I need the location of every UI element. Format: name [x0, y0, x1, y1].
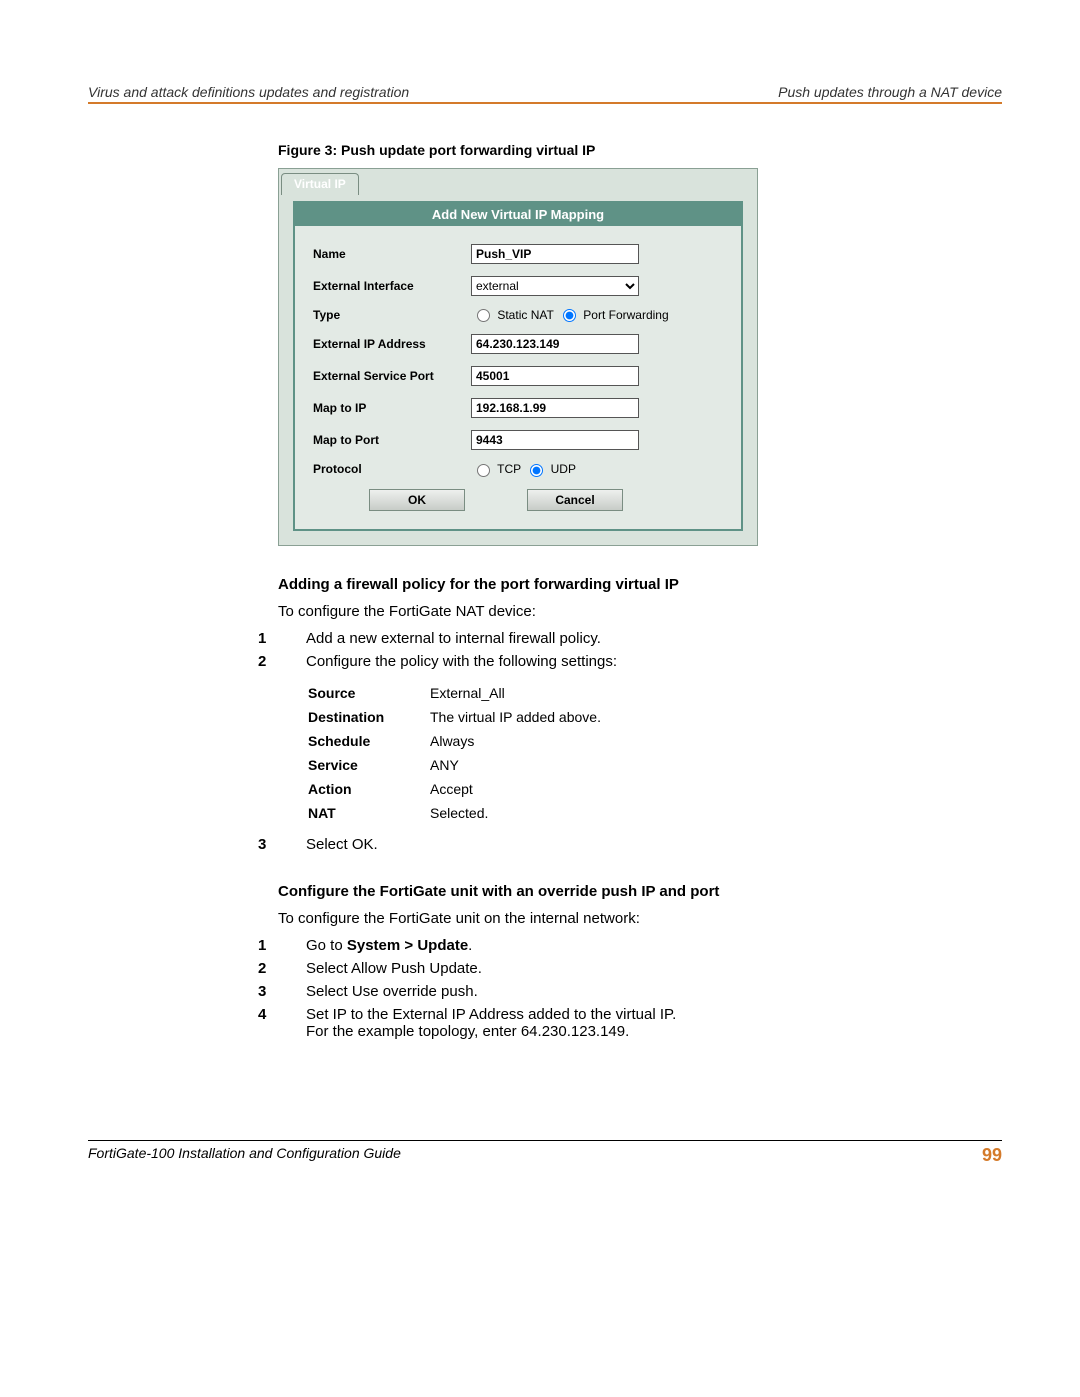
type-port-fwd-label: Port Forwarding	[583, 308, 668, 322]
section2-intro: To configure the FortiGate unit on the i…	[278, 910, 958, 927]
virtual-ip-panel: Virtual IP Add New Virtual IP Mapping Na…	[278, 168, 758, 546]
label-ext-port: External Service Port	[313, 369, 471, 383]
ok-button[interactable]: OK	[369, 489, 465, 511]
header-left: Virus and attack definitions updates and…	[88, 84, 409, 100]
nav-path: System > Update	[347, 937, 468, 954]
protocol-udp-radio[interactable]	[530, 464, 543, 477]
table-row: NATSelected.	[308, 802, 623, 824]
step-text: Set IP to the External IP Address added …	[306, 1006, 676, 1040]
label-ext-if: External Interface	[313, 279, 471, 293]
label-ext-ip: External IP Address	[313, 337, 471, 351]
header-rule	[88, 102, 1002, 104]
section1-heading: Adding a firewall policy for the port fo…	[278, 576, 958, 593]
map-to-ip-input[interactable]	[471, 398, 639, 418]
step-text: Configure the policy with the following …	[306, 653, 617, 670]
cancel-button[interactable]: Cancel	[527, 489, 623, 511]
label-name: Name	[313, 247, 471, 261]
label-map-port: Map to Port	[313, 433, 471, 447]
steps-1: 1Add a new external to internal firewall…	[278, 630, 958, 670]
step-text: Select Use override push.	[306, 983, 478, 1000]
external-ip-input[interactable]	[471, 334, 639, 354]
steps-1b: 3Select OK.	[278, 836, 958, 853]
figure-caption: Figure 3: Push update port forwarding vi…	[278, 142, 958, 158]
tab-virtual-ip[interactable]: Virtual IP	[281, 173, 359, 195]
map-to-port-input[interactable]	[471, 430, 639, 450]
type-static-nat-radio[interactable]	[477, 309, 490, 322]
label-map-ip: Map to IP	[313, 401, 471, 415]
type-static-nat-label: Static NAT	[497, 308, 553, 322]
page-footer: FortiGate-100 Installation and Configura…	[88, 1140, 1002, 1166]
step-text: Add a new external to internal firewall …	[306, 630, 601, 647]
page-number: 99	[982, 1145, 1002, 1166]
table-row: ScheduleAlways	[308, 730, 623, 752]
policy-settings-table: SourceExternal_All DestinationThe virtua…	[306, 680, 625, 826]
page-header: Virus and attack definitions updates and…	[88, 84, 1002, 100]
panel-title: Add New Virtual IP Mapping	[295, 203, 741, 226]
step-text: Select OK.	[306, 836, 378, 853]
footer-left: FortiGate-100 Installation and Configura…	[88, 1145, 401, 1166]
step-text: Go to System > Update.	[306, 937, 472, 954]
header-right: Push updates through a NAT device	[778, 84, 1002, 100]
section2-heading: Configure the FortiGate unit with an ove…	[278, 883, 958, 900]
table-row: ActionAccept	[308, 778, 623, 800]
label-protocol: Protocol	[313, 462, 471, 476]
step-text: Select Allow Push Update.	[306, 960, 482, 977]
table-row: DestinationThe virtual IP added above.	[308, 706, 623, 728]
protocol-tcp-label: TCP	[497, 462, 521, 476]
protocol-udp-label: UDP	[551, 462, 576, 476]
steps-2: 1 Go to System > Update. 2Select Allow P…	[278, 937, 958, 1040]
label-type: Type	[313, 308, 471, 322]
external-port-input[interactable]	[471, 366, 639, 386]
section1-intro: To configure the FortiGate NAT device:	[278, 603, 958, 620]
name-input[interactable]	[471, 244, 639, 264]
table-row: ServiceANY	[308, 754, 623, 776]
table-row: SourceExternal_All	[308, 682, 623, 704]
protocol-tcp-radio[interactable]	[477, 464, 490, 477]
type-port-fwd-radio[interactable]	[563, 309, 576, 322]
external-interface-select[interactable]: external	[471, 276, 639, 296]
